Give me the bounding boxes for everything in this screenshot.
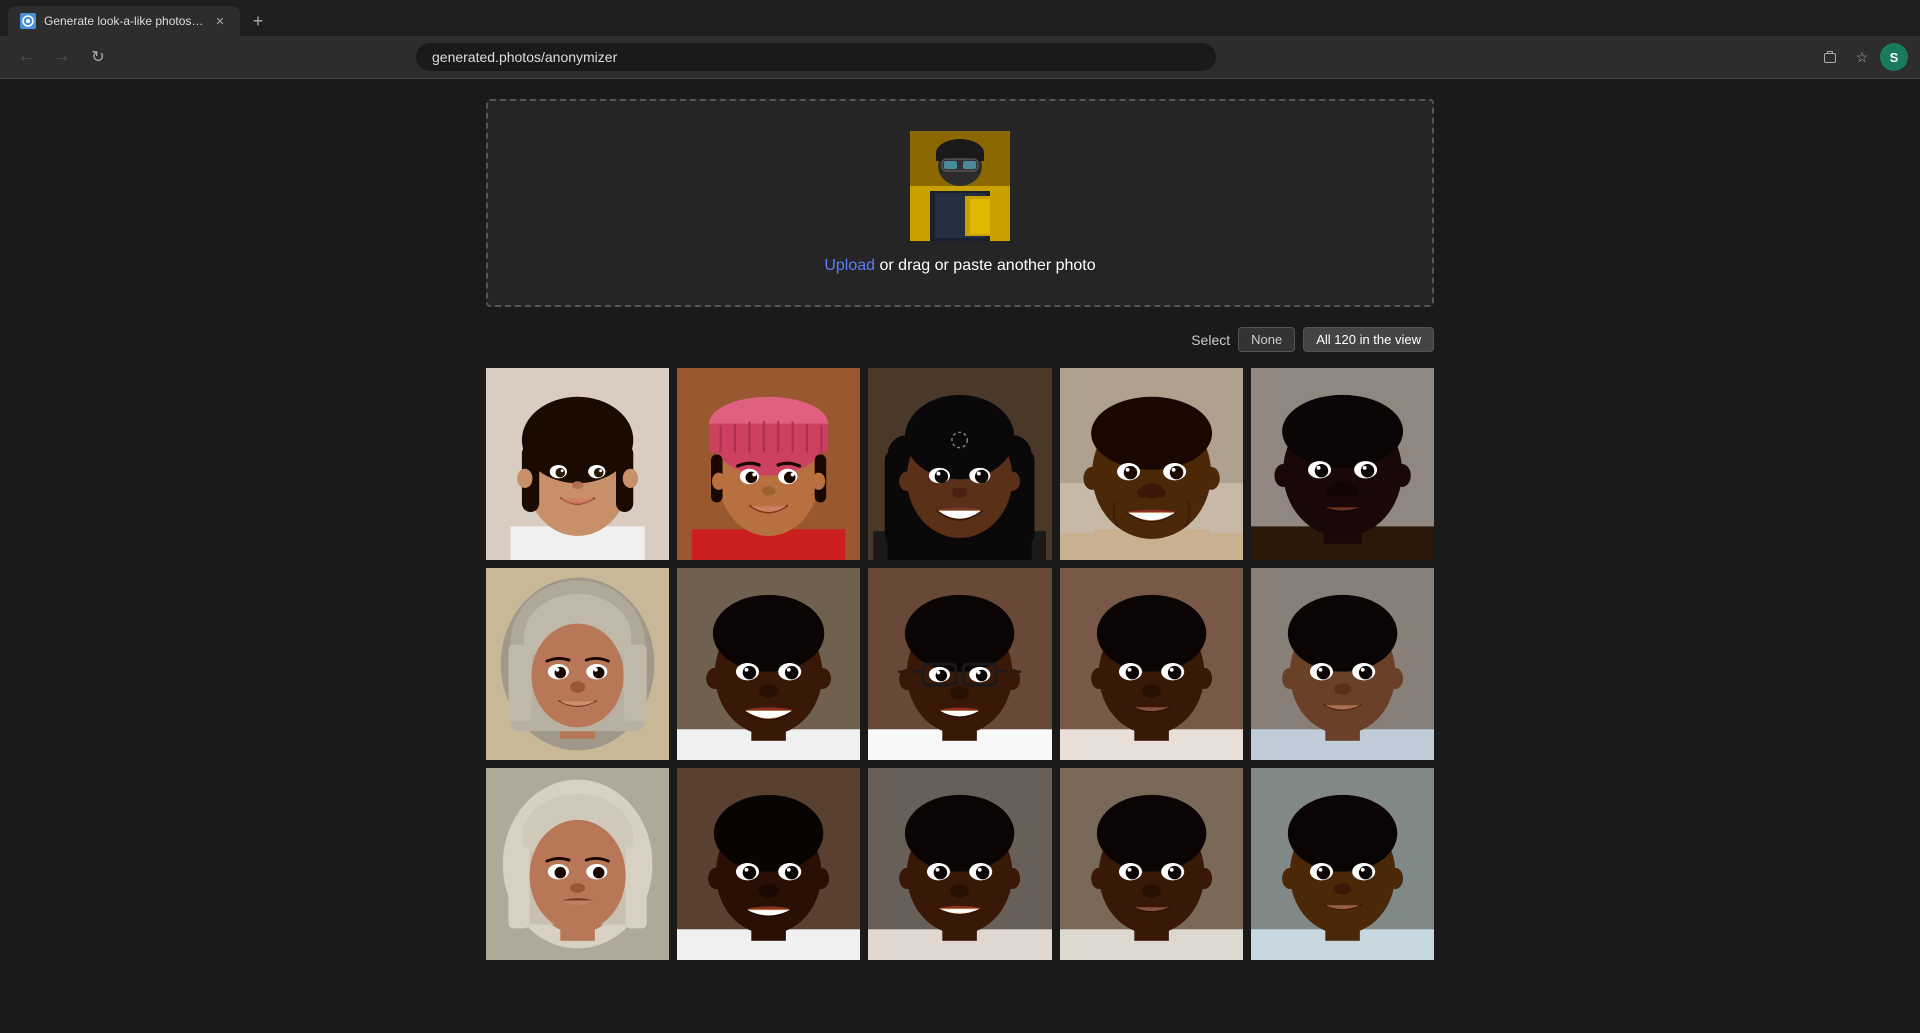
- photo-item-14[interactable]: [1060, 768, 1243, 960]
- browser-chrome: Generate look-a-like photos to p ✕ + ← →…: [0, 0, 1920, 79]
- upload-link[interactable]: Upload: [824, 257, 875, 274]
- browser-actions: ☆ S: [1816, 43, 1908, 71]
- upload-section: Upload or drag or paste another photo: [470, 99, 1450, 307]
- upload-rest-text: or drag or paste another photo: [875, 257, 1096, 274]
- photo-item-9[interactable]: [1060, 568, 1243, 760]
- photo-item-11[interactable]: [486, 768, 669, 960]
- controls-bar: Select None All 120 in the view: [470, 327, 1450, 352]
- photo-item-5[interactable]: [1251, 368, 1434, 560]
- upload-instruction: Upload or drag or paste another photo: [824, 257, 1095, 275]
- photo-item-7[interactable]: [677, 568, 860, 760]
- profile-button[interactable]: S: [1880, 43, 1908, 71]
- photo-item-2[interactable]: [677, 368, 860, 560]
- tab-close-button[interactable]: ✕: [212, 13, 228, 29]
- all-button[interactable]: All 120 in the view: [1303, 327, 1434, 352]
- new-tab-button[interactable]: +: [244, 7, 272, 35]
- photo-item-10[interactable]: [1251, 568, 1434, 760]
- photo-item-13[interactable]: [868, 768, 1051, 960]
- none-button[interactable]: None: [1238, 327, 1295, 352]
- extensions-button[interactable]: [1816, 43, 1844, 71]
- address-bar-input[interactable]: [416, 43, 1216, 71]
- photo-item-1[interactable]: [486, 368, 669, 560]
- photo-item-3[interactable]: [868, 368, 1051, 560]
- photo-item-15[interactable]: [1251, 768, 1434, 960]
- tab-title: Generate look-a-like photos to p: [44, 14, 204, 28]
- photo-grid-container: [470, 368, 1450, 960]
- page-content: Upload or drag or paste another photo Se…: [0, 79, 1920, 980]
- address-bar-row: ← → ↻ ☆ S: [0, 36, 1920, 78]
- upload-area[interactable]: Upload or drag or paste another photo: [486, 99, 1434, 307]
- photo-item-8[interactable]: [868, 568, 1051, 760]
- back-button[interactable]: ←: [12, 43, 40, 71]
- photo-item-6[interactable]: [486, 568, 669, 760]
- photo-item-4[interactable]: [1060, 368, 1243, 560]
- photo-item-12[interactable]: [677, 768, 860, 960]
- active-tab[interactable]: Generate look-a-like photos to p ✕: [8, 6, 240, 36]
- forward-button[interactable]: →: [48, 43, 76, 71]
- tab-favicon: [20, 13, 36, 29]
- select-label: Select: [1191, 332, 1230, 348]
- tab-bar: Generate look-a-like photos to p ✕ +: [0, 0, 1920, 36]
- photo-grid: [486, 368, 1434, 960]
- bookmark-button[interactable]: ☆: [1848, 43, 1876, 71]
- uploaded-photo: [910, 131, 1010, 241]
- reload-button[interactable]: ↻: [84, 43, 112, 71]
